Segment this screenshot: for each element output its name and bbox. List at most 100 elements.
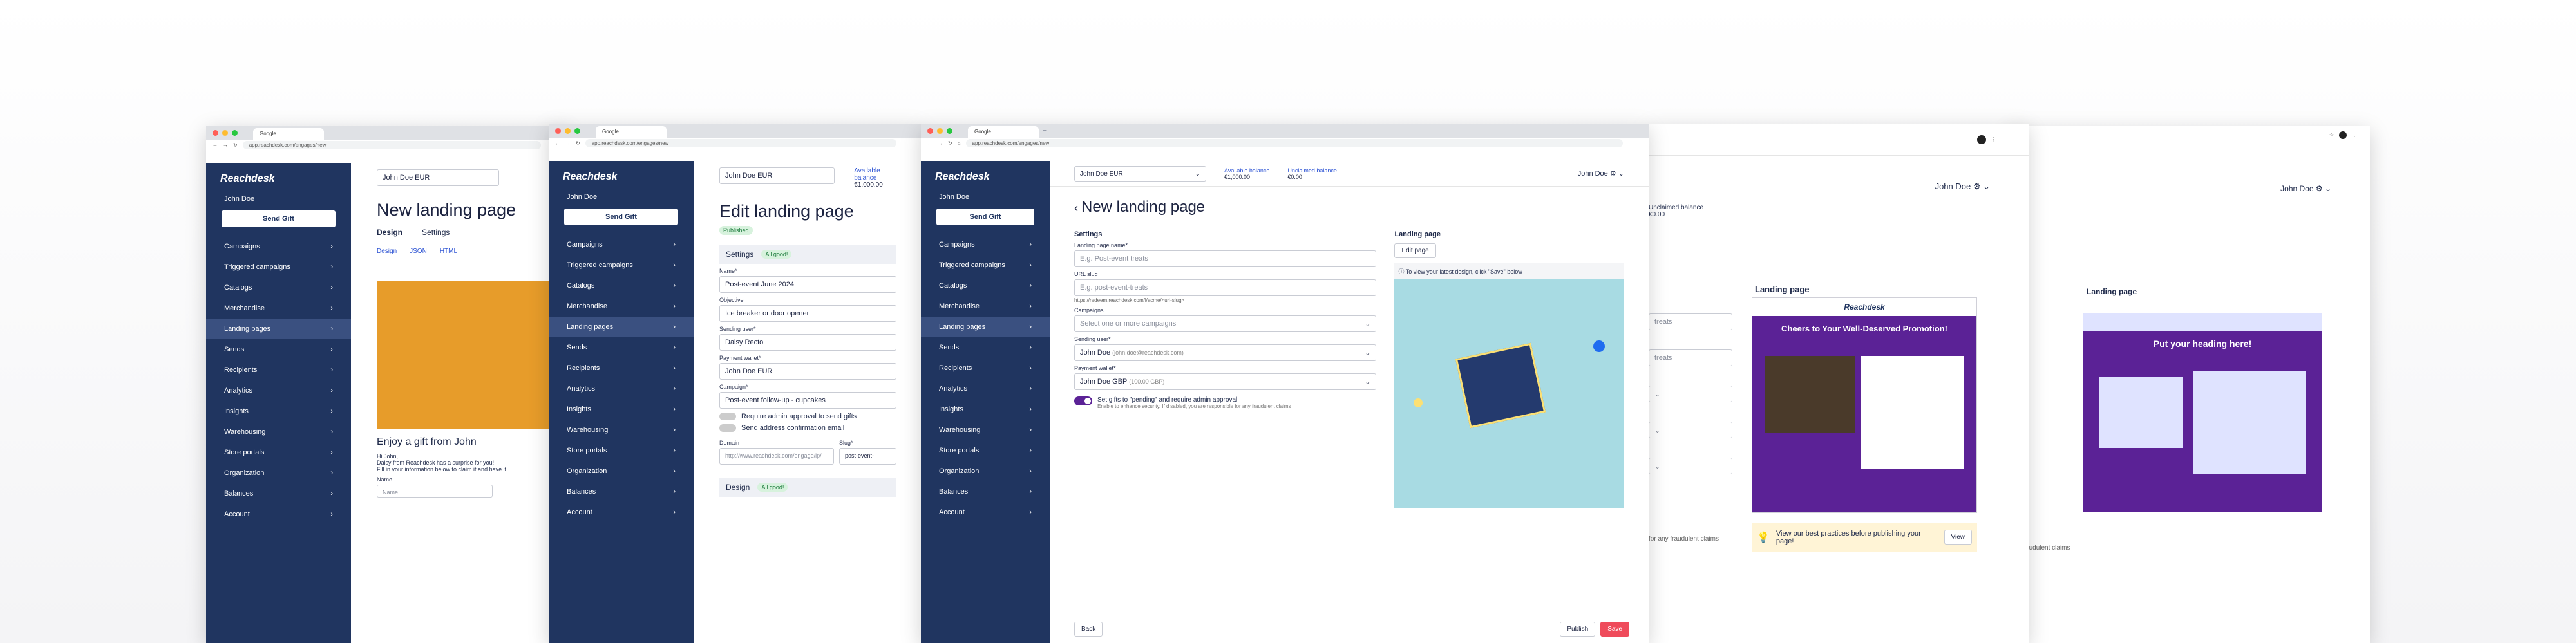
sidebar-item-insights[interactable]: Insights › [549, 399, 694, 420]
url-slug-input[interactable]: E.g. post-event-treats [1074, 279, 1377, 296]
view-button[interactable]: View [1944, 530, 1972, 545]
minimize-icon[interactable] [565, 127, 571, 134]
sidebar-item-warehousing[interactable]: Warehousing › [921, 420, 1050, 440]
publish-button[interactable]: Publish [1560, 622, 1596, 637]
sidebar-item-balances[interactable]: Balances › [921, 481, 1050, 502]
sidebar-item-store-portals[interactable]: Store portals › [206, 442, 351, 463]
sidebar-item-balances[interactable]: Balances › [549, 481, 694, 502]
sidebar-item-store-portals[interactable]: Store portals › [921, 440, 1050, 461]
home-icon[interactable]: ⌂ [958, 140, 961, 146]
sidebar-item-catalogs[interactable]: Catalogs › [921, 275, 1050, 296]
wallet-select[interactable]: John Doe EUR [719, 167, 835, 184]
sidebar-item-insights[interactable]: Insights › [921, 399, 1050, 420]
campaign-field[interactable]: ⌄ [1649, 386, 1732, 402]
save-button[interactable]: Save [1600, 622, 1629, 637]
sidebar-item-organization[interactable]: Organization › [549, 461, 694, 481]
sidebar-item-triggered-campaigns[interactable]: Triggered campaigns › [549, 255, 694, 275]
sidebar-item-warehousing[interactable]: Warehousing › [206, 422, 351, 442]
payment-wallet-select[interactable]: John Doe GBP (100.00 GBP) ⌄ [1074, 373, 1377, 390]
admin-toggle[interactable] [719, 413, 736, 420]
menu-icon[interactable]: ⋮ [2352, 132, 2357, 138]
tab-settings[interactable]: Settings [422, 228, 450, 237]
sidebar-item-sends[interactable]: Sends › [206, 339, 351, 360]
admin-approval-toggle[interactable] [1074, 396, 1092, 405]
maximize-icon[interactable] [574, 127, 580, 134]
sidebar-item-store-portals[interactable]: Store portals › [549, 440, 694, 461]
reload-icon[interactable]: ↻ [948, 140, 952, 146]
user-menu[interactable]: John Doe ⚙ ⌄ [2280, 184, 2331, 193]
browser-tab[interactable]: Google [968, 126, 1039, 138]
slug-field[interactable]: treats [1649, 349, 1732, 366]
sidebar-user[interactable]: John Doe [921, 189, 1050, 205]
sidebar-item-landing-pages[interactable]: Landing pages › [206, 319, 351, 339]
star-icon[interactable]: ☆ [2329, 132, 2334, 138]
sidebar-item-catalogs[interactable]: Catalogs › [549, 275, 694, 296]
avatar[interactable] [2339, 131, 2347, 139]
payment-wallet-select[interactable]: John Doe EUR [719, 363, 896, 380]
sidebar-user[interactable]: John Doe [206, 191, 351, 207]
sidebar-item-insights[interactable]: Insights › [206, 401, 351, 422]
tab-design[interactable]: Design [377, 228, 402, 237]
sidebar-item-landing-pages[interactable]: Landing pages › [921, 317, 1050, 337]
html-link[interactable]: HTML [440, 248, 457, 255]
sidebar-item-triggered-campaigns[interactable]: Triggered campaigns › [206, 257, 351, 277]
sidebar-item-organization[interactable]: Organization › [206, 463, 351, 483]
name-input[interactable]: Post-event June 2024 [719, 276, 896, 293]
url-field[interactable]: app.reachdesk.com/engages/new [585, 139, 896, 147]
address-toggle[interactable] [719, 424, 736, 432]
sidebar-item-warehousing[interactable]: Warehousing › [549, 420, 694, 440]
new-tab-icon[interactable]: + [1043, 126, 1047, 135]
sending-field[interactable]: ⌄ [1649, 422, 1732, 438]
send-gift-button[interactable]: Send Gift [936, 209, 1034, 225]
campaigns-select[interactable]: Select one or more campaigns ⌄ [1074, 315, 1377, 332]
reload-icon[interactable]: ↻ [233, 142, 238, 148]
sidebar-item-sends[interactable]: Sends › [549, 337, 694, 358]
sending-user-select[interactable]: Daisy Recto [719, 334, 896, 351]
url-field[interactable]: app.reachdesk.com/engages/new [242, 141, 541, 149]
sidebar-item-analytics[interactable]: Analytics › [921, 378, 1050, 399]
user-menu[interactable]: John Doe ⚙ ⌄ [1578, 169, 1624, 178]
sidebar-item-campaigns[interactable]: Campaigns › [921, 234, 1050, 255]
user-menu[interactable]: John Doe ⚙ ⌄ [1935, 182, 1990, 192]
settings-section[interactable]: Settings All good! [719, 245, 896, 264]
sending-user-select[interactable]: John Doe (john.doe@reachdesk.com) ⌄ [1074, 344, 1377, 361]
sidebar-item-campaigns[interactable]: Campaigns › [549, 234, 694, 255]
sidebar-item-triggered-campaigns[interactable]: Triggered campaigns › [921, 255, 1050, 275]
back-button[interactable]: Back [1074, 622, 1103, 637]
sidebar-item-recipients[interactable]: Recipients › [549, 358, 694, 378]
close-icon[interactable] [555, 127, 561, 134]
domain-input[interactable]: http://www.reachdesk.com/engage/lp/ [719, 448, 834, 465]
sidebar-item-merchandise[interactable]: Merchandise › [206, 298, 351, 319]
sidebar-item-account[interactable]: Account › [921, 502, 1050, 523]
sidebar-item-landing-pages[interactable]: Landing pages › [549, 317, 694, 337]
sidebar-item-analytics[interactable]: Analytics › [206, 380, 351, 401]
wallet-select[interactable]: John Doe EUR [377, 169, 499, 186]
sidebar-item-account[interactable]: Account › [549, 502, 694, 523]
menu-icon[interactable]: ⋮ [1991, 136, 1996, 142]
design-section[interactable]: Design All good! [719, 478, 896, 497]
url-field[interactable]: app.reachdesk.com/engages/new [965, 139, 1623, 147]
landing-page-name-input[interactable]: E.g. Post-event treats [1074, 250, 1377, 267]
sidebar-item-merchandise[interactable]: Merchandise › [549, 296, 694, 317]
back-icon[interactable]: ← [927, 140, 933, 146]
sidebar-item-catalogs[interactable]: Catalogs › [206, 277, 351, 298]
back-icon[interactable]: ← [213, 142, 218, 148]
sidebar-item-campaigns[interactable]: Campaigns › [206, 236, 351, 257]
back-icon[interactable]: ← [555, 140, 560, 146]
wallet-select[interactable]: John Doe EUR ⌄ [1074, 165, 1206, 182]
send-gift-button[interactable]: Send Gift [222, 210, 336, 227]
close-icon[interactable] [927, 127, 933, 134]
sidebar-item-merchandise[interactable]: Merchandise › [921, 296, 1050, 317]
minimize-icon[interactable] [937, 127, 943, 134]
wallet-field[interactable]: ⌄ [1649, 458, 1732, 474]
admin-toggle-row[interactable]: Require admin approval to send gifts [719, 413, 896, 420]
maximize-icon[interactable] [232, 129, 238, 136]
json-link[interactable]: JSON [410, 248, 427, 255]
slug-input[interactable]: post-event- [839, 448, 896, 465]
sidebar-item-recipients[interactable]: Recipients › [921, 358, 1050, 378]
edit-page-button[interactable]: Edit page [1394, 243, 1436, 258]
send-gift-button[interactable]: Send Gift [564, 209, 678, 225]
design-link[interactable]: Design [377, 248, 397, 255]
forward-icon[interactable]: → [938, 140, 943, 146]
name-input[interactable]: Name [377, 485, 493, 498]
